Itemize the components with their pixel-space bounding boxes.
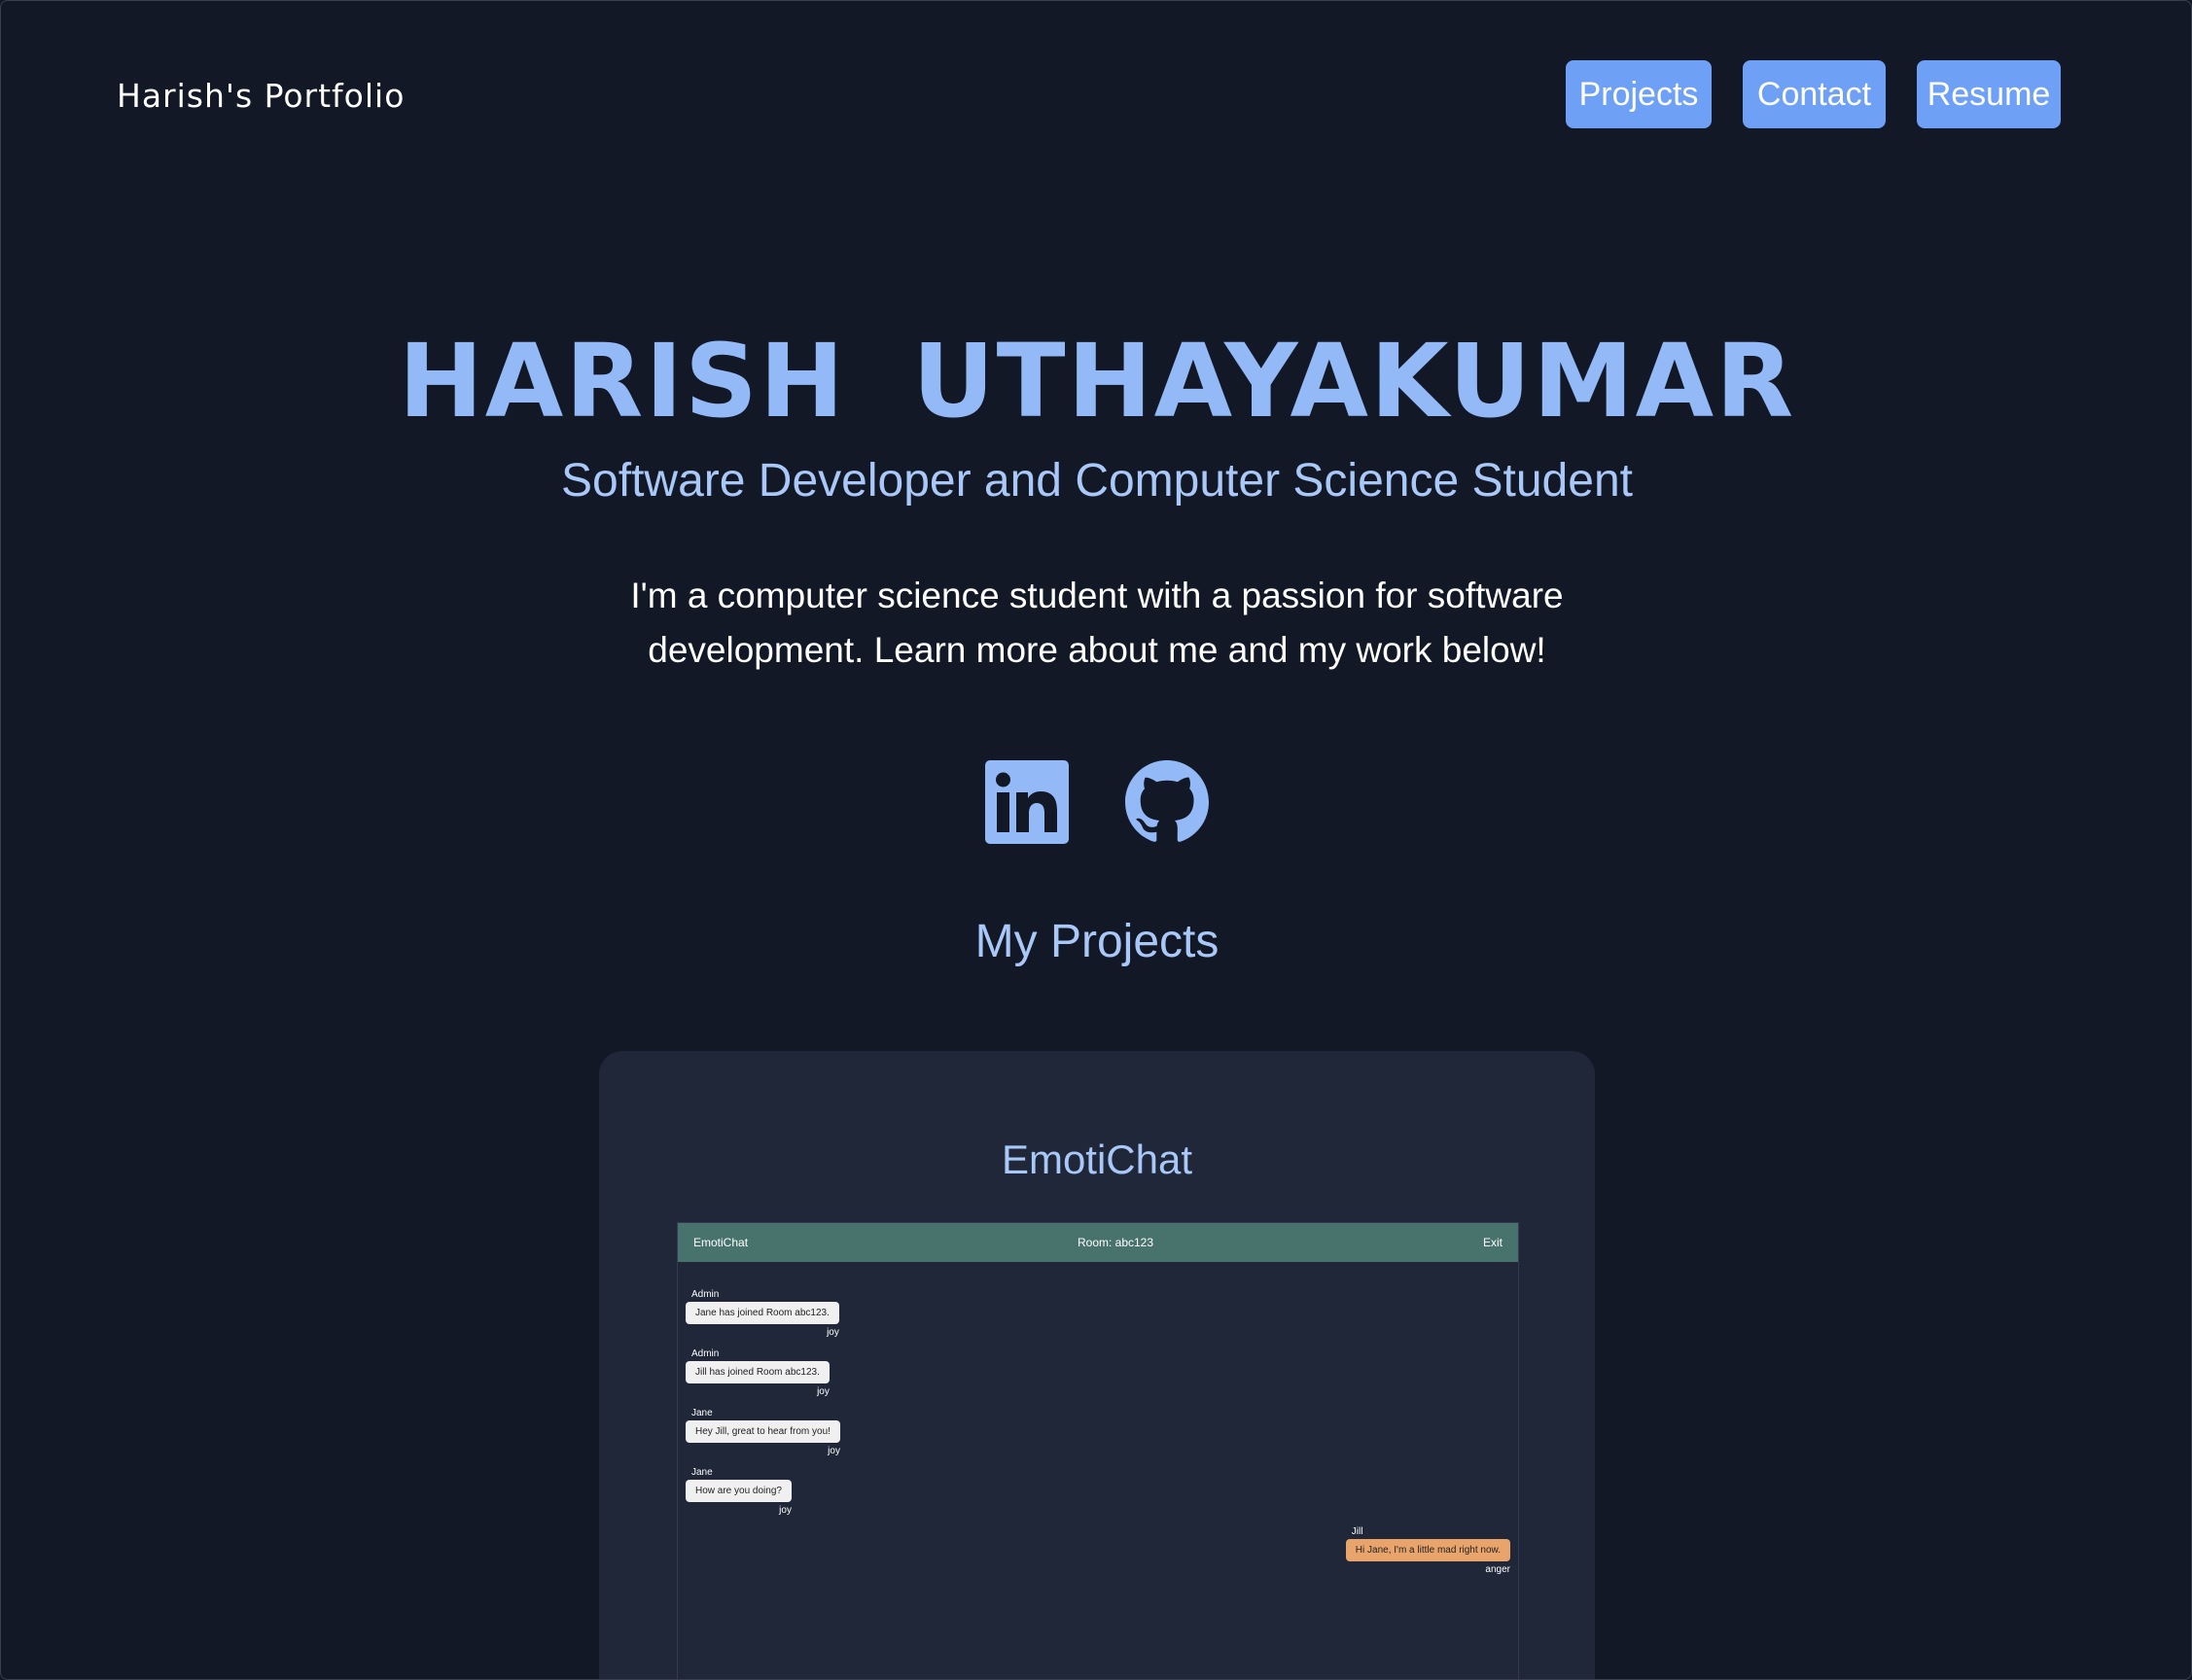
message-sender: Jill [1351, 1526, 1363, 1537]
project-card: EmotiChat EmotiChat Room: abc123 Exit Ad… [599, 1051, 1595, 1679]
social-links [985, 760, 1209, 844]
top-nav: Projects Contact Resume [1566, 60, 2061, 128]
chat-message: Admin Jill has joined Room abc123. joy [686, 1348, 830, 1397]
message-bubble: How are you doing? [686, 1480, 792, 1502]
message-sender: Admin [691, 1289, 720, 1300]
emotion-tag: joy [827, 1327, 839, 1338]
emotion-tag: joy [828, 1446, 840, 1456]
message-bubble: Jane has joined Room abc123. [686, 1302, 839, 1324]
page: Harish's Portfolio Projects Contact Resu… [0, 0, 2192, 1680]
projects-heading: My Projects [974, 916, 1220, 967]
nav-resume-button[interactable]: Resume [1917, 60, 2061, 128]
emotion-tag: joy [817, 1386, 830, 1397]
hero-name: HARISH UTHAYAKUMAR [398, 322, 1796, 440]
chat-room-label: Room: abc123 [1077, 1236, 1154, 1249]
chat-message: Jane Hey Jill, great to hear from you! j… [686, 1408, 840, 1456]
message-sender: Jane [691, 1467, 713, 1478]
project-screenshot: EmotiChat Room: abc123 Exit Admin Jane h… [677, 1222, 1519, 1679]
chat-message-own: Jill Hi Jane, I'm a little mad right now… [1345, 1526, 1510, 1575]
hero-subtitle: Software Developer and Computer Science … [561, 455, 1633, 507]
emotion-tag: anger [1485, 1564, 1510, 1575]
github-icon[interactable] [1125, 760, 1209, 844]
chat-app-title: EmotiChat [693, 1236, 749, 1249]
emotion-tag: joy [779, 1505, 792, 1516]
nav-projects-button[interactable]: Projects [1566, 60, 1712, 128]
chat-header: EmotiChat Room: abc123 Exit [678, 1223, 1518, 1262]
message-sender: Jane [691, 1408, 713, 1418]
chat-message: Jane How are you doing? joy [686, 1467, 792, 1516]
linkedin-icon[interactable] [985, 760, 1069, 844]
hero-description: I'm a computer science student with a pa… [630, 576, 1564, 670]
nav-contact-button[interactable]: Contact [1743, 60, 1886, 128]
project-title: EmotiChat [1001, 1137, 1193, 1182]
brand-logo[interactable]: Harish's Portfolio [117, 77, 405, 115]
message-bubble: Hi Jane, I'm a little mad right now. [1345, 1539, 1510, 1561]
chat-message: Admin Jane has joined Room abc123. joy [686, 1289, 839, 1338]
chat-exit-button: Exit [1482, 1236, 1503, 1249]
message-bubble: Hey Jill, great to hear from you! [686, 1420, 840, 1443]
message-bubble: Jill has joined Room abc123. [686, 1361, 830, 1383]
message-sender: Admin [691, 1348, 720, 1359]
